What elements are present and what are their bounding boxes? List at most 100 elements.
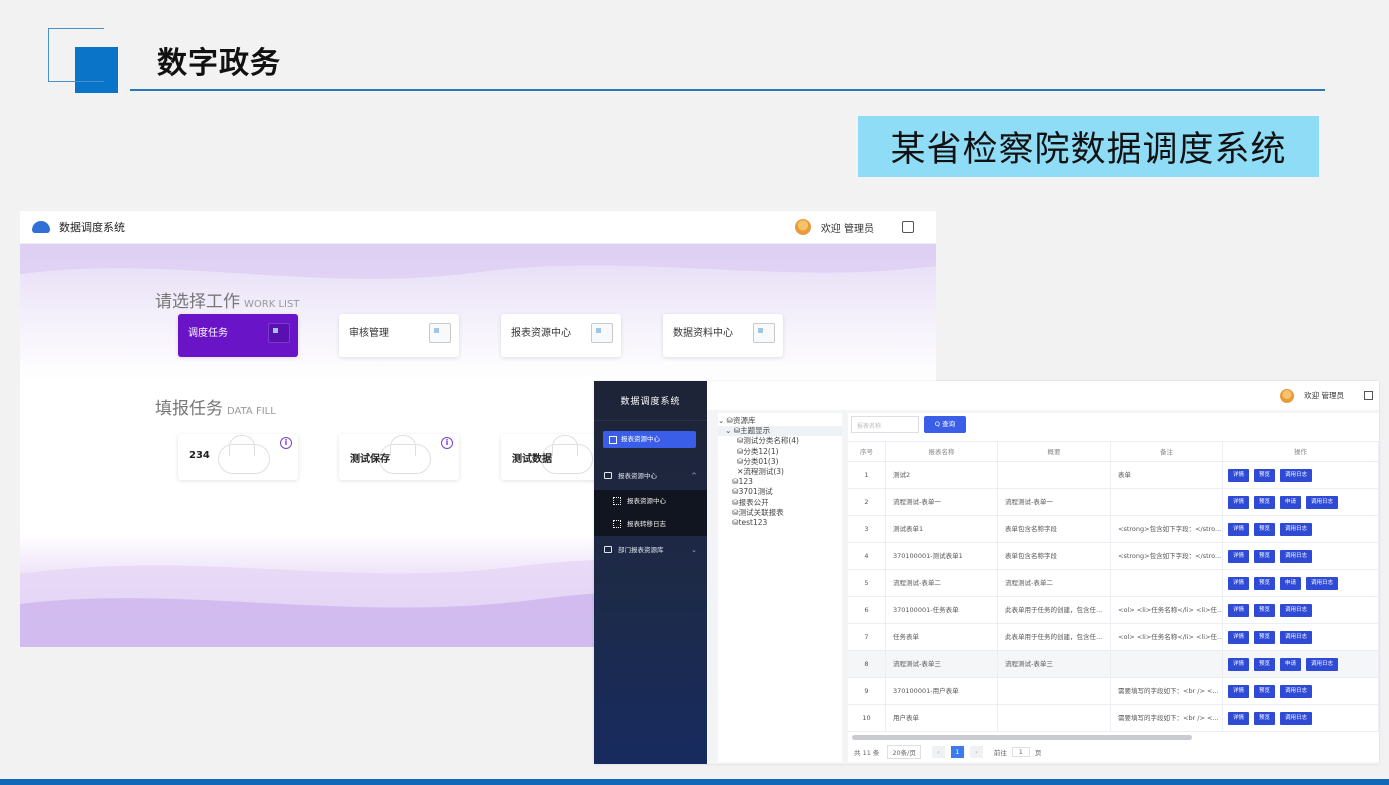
chevron-up-icon: ^ <box>691 472 697 480</box>
table-cell: 表单包含名称字段 <box>998 516 1111 542</box>
row-action-button[interactable]: 预览 <box>1254 657 1276 671</box>
info-icon[interactable]: i <box>280 437 292 449</box>
row-action-button[interactable]: 详情 <box>1228 657 1250 671</box>
sidebar-active-item[interactable]: 报表资源中心 <box>603 431 696 448</box>
row-action-button[interactable]: 调用日志 <box>1280 549 1313 563</box>
row-action-button[interactable]: 详情 <box>1228 576 1250 590</box>
row-action-button[interactable]: 详情 <box>1228 603 1250 617</box>
row-action-button[interactable]: 申请 <box>1280 657 1302 671</box>
table-cell: <strong>包含如下字段：</stro... <box>1111 516 1223 542</box>
row-action-button[interactable]: 预览 <box>1254 603 1276 617</box>
row-action-button[interactable]: 调用日志 <box>1280 684 1313 698</box>
row-action-button[interactable]: 调用日志 <box>1306 657 1339 671</box>
tree-node[interactable]: ⛁测试关联报表 <box>718 508 842 518</box>
sidebar-app-name: 数据调度系统 <box>594 381 707 421</box>
table-cell: 1 <box>848 462 886 488</box>
row-action-button[interactable]: 调用日志 <box>1280 603 1313 617</box>
table-row: 3 测试表单1 表单包含名称字段 <strong>包含如下字段：</stro... 详情… <box>848 516 1379 543</box>
table-row: 10 用户表单 需要填写的字段如下：<br /> <... 详情 预览 调用日志 <box>848 705 1379 732</box>
tree-node[interactable]: ⛁测试分类名称(4) <box>718 436 842 446</box>
tree-node[interactable]: ✕流程测试(3) <box>718 467 842 477</box>
tree-node[interactable]: ⛁123 <box>718 477 842 487</box>
avatar[interactable] <box>794 219 811 235</box>
next-page-button[interactable]: › <box>969 746 983 758</box>
table-header: 序号 报表名称 概要 备注 操作 <box>848 441 1379 462</box>
actions-cell: 详情 预览 申请 调用日志 <box>1223 489 1379 515</box>
table-cell: 需要填写的字段如下：<br /> <... <box>1111 678 1223 704</box>
query-button[interactable]: Q 查询 <box>924 416 966 433</box>
row-action-button[interactable]: 预览 <box>1254 468 1276 482</box>
row-action-button[interactable]: 预览 <box>1254 684 1276 698</box>
table-row: 5 流程测试-表单二 流程测试-表单二 详情 预览 申请 调用日志 <box>848 570 1379 597</box>
card-review[interactable]: 审核管理 <box>339 314 459 357</box>
sidebar-item-dept-reports[interactable]: 部门报表资源库 ⌄ <box>594 539 707 561</box>
row-action-button[interactable]: 预览 <box>1254 711 1276 725</box>
row-action-button[interactable]: 详情 <box>1228 549 1250 563</box>
sidebar-item-label: 部门报表资源库 <box>618 546 664 554</box>
row-action-button[interactable]: 预览 <box>1254 576 1276 590</box>
app-header: 欢迎 管理员 <box>707 381 1379 410</box>
goto-page-input[interactable]: 1 <box>1011 747 1030 757</box>
row-action-button[interactable]: 详情 <box>1228 711 1250 725</box>
pagination: 共 11 条 20条/页 ‹ 1 › 前往 1 页 <box>854 745 1041 759</box>
col-header: 概要 <box>998 442 1111 461</box>
row-action-button[interactable]: 预览 <box>1254 630 1276 644</box>
row-action-button[interactable]: 预览 <box>1254 549 1276 563</box>
user-area[interactable]: 欢迎 管理员 <box>794 219 924 235</box>
row-action-button[interactable]: 调用日志 <box>1280 630 1313 644</box>
page-size-select[interactable]: 20条/页 <box>887 745 921 759</box>
avatar[interactable] <box>1280 388 1295 403</box>
info-icon[interactable]: i <box>441 437 453 449</box>
sidebar-subitem-transfer-log[interactable]: 报表转移日志 <box>594 513 707 536</box>
sidebar: 数据调度系统 报表资源中心 报表资源中心 ^ 报表资源中心 报表转移日志 部门报… <box>594 381 707 764</box>
row-action-button[interactable]: 详情 <box>1228 684 1250 698</box>
row-action-button[interactable]: 申请 <box>1280 495 1302 509</box>
logout-icon[interactable] <box>1364 391 1373 400</box>
row-action-button[interactable]: 调用日志 <box>1280 522 1313 536</box>
row-action-button[interactable]: 详情 <box>1228 522 1250 536</box>
table-cell: 任务表单 <box>886 624 998 650</box>
card-schedule-task[interactable]: 调度任务 <box>178 314 298 357</box>
sidebar-subitem-report-center[interactable]: 报表资源中心 <box>594 490 707 513</box>
tree-node[interactable]: ⛁3701测试 <box>718 487 842 497</box>
row-action-button[interactable]: 申请 <box>1280 576 1302 590</box>
table-row: 4 370100001-测试表单1 表单包含名称字段 <strong>包含如下字段：<… <box>848 543 1379 570</box>
row-action-button[interactable]: 调用日志 <box>1280 468 1313 482</box>
table-cell: <strong>包含如下字段：</stro... <box>1111 543 1223 569</box>
tree-node[interactable]: ⛁test123 <box>718 518 842 528</box>
table-cell: 6 <box>848 597 886 623</box>
tree-node[interactable]: ⛁分类12(1) <box>718 447 842 457</box>
actions-cell: 详情 预览 申请 调用日志 <box>1223 651 1379 677</box>
table-cell <box>998 705 1111 731</box>
card-report-center[interactable]: 报表资源中心 <box>501 314 621 357</box>
logout-icon[interactable] <box>902 221 914 233</box>
col-header: 操作 <box>1223 442 1379 461</box>
row-action-button[interactable]: 详情 <box>1228 630 1250 644</box>
fill-card-test-save[interactable]: 测试保存 i <box>339 434 459 480</box>
row-action-button[interactable]: 详情 <box>1228 468 1250 482</box>
tree-node[interactable]: ⛁分类01(3) <box>718 457 842 467</box>
table-cell: 370100001-测试表单1 <box>886 543 998 569</box>
row-action-button[interactable]: 调用日志 <box>1306 576 1339 590</box>
table-cell: 流程测试-表单一 <box>998 489 1111 515</box>
row-action-button[interactable]: 调用日志 <box>1306 495 1339 509</box>
sidebar-item-report-center[interactable]: 报表资源中心 ^ <box>594 465 707 487</box>
prev-page-button[interactable]: ‹ <box>931 746 945 758</box>
horizontal-scrollbar[interactable] <box>852 735 1192 740</box>
slide-title: 数字政务 <box>157 46 281 81</box>
row-action-button[interactable]: 详情 <box>1228 495 1250 509</box>
card-data-center[interactable]: 数据资料中心 <box>663 314 783 357</box>
tree-node[interactable]: ⌄ ⛁主题显示 <box>718 426 842 437</box>
monitor-icon <box>591 323 613 343</box>
tree-node[interactable]: ⛁报表公开 <box>718 498 842 508</box>
table-cell: 7 <box>848 624 886 650</box>
report-name-input[interactable]: 报表名称 <box>851 416 919 433</box>
fill-card-234[interactable]: 234 i <box>178 434 298 480</box>
row-action-button[interactable]: 调用日志 <box>1280 711 1313 725</box>
row-action-button[interactable]: 预览 <box>1254 495 1276 509</box>
table-cell: 370100001-任务表单 <box>886 597 998 623</box>
row-action-button[interactable]: 预览 <box>1254 522 1276 536</box>
page-number[interactable]: 1 <box>950 746 964 758</box>
actions-cell: 详情 预览 申请 调用日志 <box>1223 570 1379 596</box>
tree-node[interactable]: ⌄ ⛁资源库 <box>718 416 842 426</box>
